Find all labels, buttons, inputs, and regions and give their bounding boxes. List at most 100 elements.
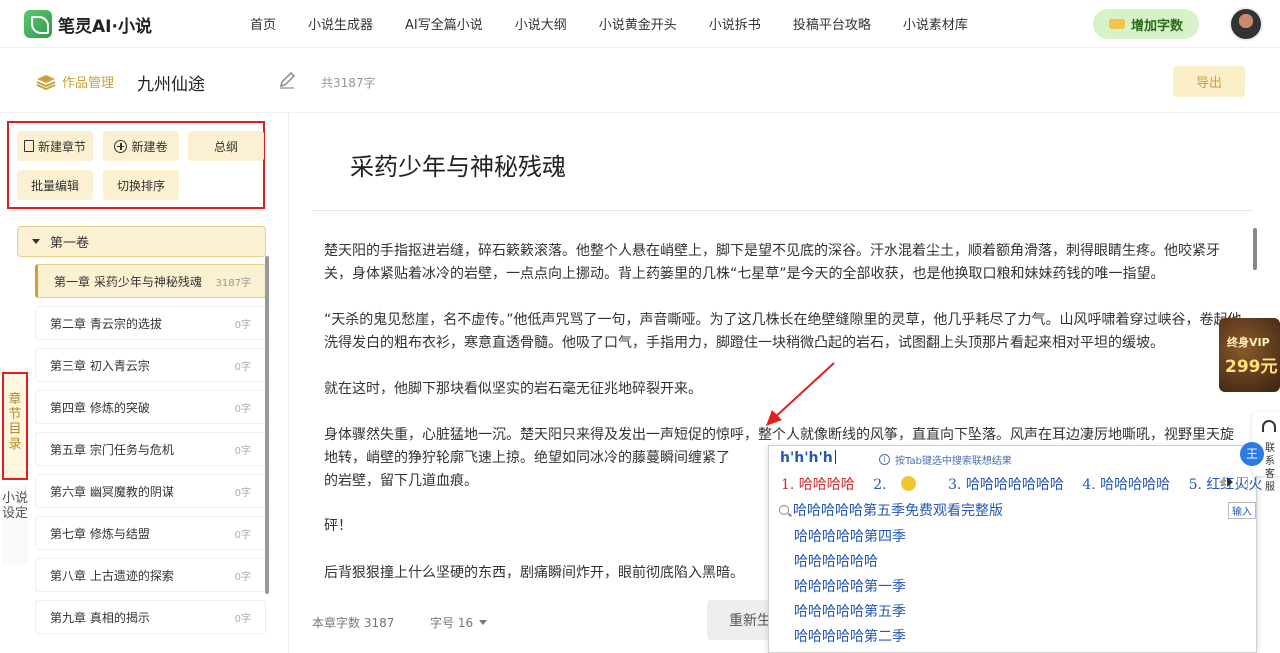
chapter-title: 第一章 采药少年与神秘残魂 [54, 274, 202, 289]
tab-novel-settings[interactable]: 小说设定 [2, 485, 28, 565]
chapter-word-count: 0字 [234, 319, 251, 331]
service-avatar: 王 [1240, 442, 1264, 466]
search-icon [779, 505, 789, 515]
paragraph[interactable]: 楚天阳的手指抠进岩缝，碎石簌簌滚落。他整个人悬在峭壁上，脚下是望不见底的深谷。汗… [324, 240, 1244, 286]
chapter-item[interactable]: 第一章 采药少年与神秘残魂 3187字 [35, 264, 266, 298]
chapter-word-count: 0字 [234, 403, 251, 415]
chapter-word-count: 0字 [234, 487, 251, 499]
chapter-item[interactable]: 第六章 幽冥魔教的阴谋 0字 [35, 474, 266, 508]
chapter-item[interactable]: 第二章 青云宗的选拔 0字 [35, 306, 266, 340]
paragraph[interactable]: 后背狠狠撞上什么坚硬的东西，剧痛瞬间炸开，眼前彻底陷入黑暗。 [324, 562, 764, 585]
work-header: 作品管理 九州仙途 共3187字 导出 [0, 48, 1280, 113]
avatar[interactable] [1229, 7, 1263, 41]
nav-home[interactable]: 首页 [250, 14, 276, 33]
chapter-word-count: 0字 [234, 361, 251, 373]
ime-candidate[interactable]: 3. 哈哈哈哈哈哈哈 [948, 477, 1064, 493]
top-nav: 笔灵AI·小说 首页 小说生成器 AI写全篇小说 小说大纲 小说黄金开头 小说拆… [0, 0, 1280, 48]
works-management-link[interactable]: 作品管理 [36, 72, 114, 91]
expand-icon[interactable] [1237, 477, 1248, 488]
nav-book-breakdown[interactable]: 小说拆书 [709, 14, 761, 33]
paragraph[interactable]: 的岩壁，留下几道血痕。 [324, 470, 764, 493]
ime-suggestion-list: 哈哈哈哈哈第四季 哈哈哈哈哈哈 哈哈哈哈哈第一季 哈哈哈哈哈第五季 哈哈哈哈哈第… [794, 525, 906, 650]
page-prev-icon[interactable] [1219, 477, 1225, 487]
customer-service-widget[interactable]: 王 联系客服 [1240, 412, 1280, 493]
title-divider [313, 210, 1253, 211]
chapter-item[interactable]: 第八章 上古遗迹的探索 0字 [35, 558, 266, 592]
new-chapter-button[interactable]: 新建章节 [17, 131, 93, 161]
volume-name: 第一卷 [50, 236, 90, 251]
chapter-item[interactable]: 第九章 真相的揭示 0字 [35, 600, 266, 634]
lifetime-vip-badge[interactable]: 终身VIP 299元 [1219, 318, 1280, 392]
editor-scrollbar[interactable] [1253, 228, 1257, 270]
app-logo[interactable]: 笔灵AI·小说 [24, 10, 152, 38]
ime-enter-button[interactable]: 输入 [1228, 502, 1256, 519]
new-volume-button[interactable]: 新建卷 [103, 131, 179, 161]
ime-tip-text: 按Tab键选中搜索联想结果 [895, 456, 1012, 467]
ime-pager [1219, 477, 1248, 488]
service-label: 联系客服 [1265, 443, 1275, 493]
smile-emoji-icon [900, 476, 916, 491]
chapter-sidebar: 新建章节 新建卷 总纲 批量编辑 切换排序 第一卷 第一章 采药少年与神秘残魂 3… [0, 113, 289, 653]
chapter-list: 第一章 采药少年与神秘残魂 3187字 第二章 青云宗的选拔 0字 第三章 初入青云… [35, 264, 266, 642]
chapter-item[interactable]: 第七章 修炼与结盟 0字 [35, 516, 266, 550]
nav-material-library[interactable]: 小说素材库 [903, 14, 968, 33]
document-icon [23, 140, 34, 152]
ime-candidate[interactable]: 2. [873, 476, 929, 493]
chapter-title: 第六章 幽冥魔教的阴谋 [50, 484, 174, 499]
batch-edit-button[interactable]: 批量编辑 [17, 170, 93, 200]
nav-novel-generator[interactable]: 小说生成器 [308, 14, 373, 33]
chapter-word-count: 0字 [234, 445, 251, 457]
chapter-title: 第九章 真相的揭示 [50, 610, 150, 625]
ime-suggestion[interactable]: 哈哈哈哈哈第四季 [794, 525, 906, 550]
font-size-select[interactable]: 字号 16 [430, 614, 488, 631]
crown-icon [1108, 19, 1125, 29]
main-nav: 首页 小说生成器 AI写全篇小说 小说大纲 小说黄金开头 小说拆书 投稿平台攻略… [250, 14, 968, 33]
ime-suggestion[interactable]: 哈哈哈哈哈第五季 [794, 600, 906, 625]
paragraph[interactable]: 砰！ [324, 515, 764, 538]
chapter-heading[interactable]: 采药少年与神秘残魂 [350, 147, 566, 182]
tab-chapter-directory[interactable]: 章节目录 [2, 372, 28, 480]
sidebar-scrollbar[interactable] [265, 256, 269, 594]
ime-suggestion[interactable]: 哈哈哈哈哈第二季 [794, 625, 906, 650]
chapter-word-count: 0字 [234, 613, 251, 625]
ime-suggestion[interactable]: 哈哈哈哈哈哈 [794, 550, 906, 575]
nav-golden-opening[interactable]: 小说黄金开头 [599, 14, 677, 33]
chapter-title: 第二章 青云宗的选拔 [50, 316, 162, 331]
chapter-title: 第四章 修炼的突破 [50, 400, 150, 415]
headset-icon [1262, 420, 1276, 432]
regenerate-button[interactable]: 重新生 [707, 600, 777, 640]
switch-sort-button[interactable]: 切换排序 [103, 170, 179, 200]
plus-circle-icon [114, 139, 128, 153]
chapter-item[interactable]: 第三章 初入青云宗 0字 [35, 348, 266, 382]
chapter-title: 第八章 上古遗迹的探索 [50, 568, 174, 583]
ime-candidate[interactable]: 4. 哈哈哈哈哈 [1082, 477, 1170, 493]
ime-candidate[interactable]: 1. 哈哈哈哈 [781, 477, 855, 493]
volume-header[interactable]: 第一卷 [17, 226, 266, 257]
ime-search-suggestion[interactable]: 哈哈哈哈哈第五季免费观看完整版 [779, 500, 1003, 520]
nav-submission-guide[interactable]: 投稿平台攻略 [793, 14, 871, 33]
add-words-button[interactable]: 增加字数 [1093, 9, 1199, 39]
outline-button[interactable]: 总纲 [188, 131, 264, 161]
chapter-title: 第三章 初入青云宗 [50, 358, 150, 373]
add-words-label: 增加字数 [1130, 18, 1183, 34]
page-next-icon[interactable] [1227, 477, 1233, 487]
chapter-item[interactable]: 第五章 宗门任务与危机 0字 [35, 432, 266, 466]
caret-down-icon [479, 620, 488, 625]
total-word-count: 共3187字 [321, 76, 376, 90]
ime-candidate-window: h'h'h'h i 按Tab键选中搜索联想结果 1. 哈哈哈哈 2. 3. 哈哈… [768, 445, 1262, 653]
book-title: 九州仙途 [137, 75, 205, 95]
ime-candidates: 1. 哈哈哈哈 2. 3. 哈哈哈哈哈哈哈 4. 哈哈哈哈哈 5. 红红火火 [781, 474, 1276, 494]
paragraph[interactable]: “天杀的鬼见愁崖，名不虚传。”他低声咒骂了一句，声音嘶哑。为了这几株长在绝壁缝隙… [324, 309, 1244, 355]
vip-price: 299元 [1225, 357, 1278, 377]
export-button[interactable]: 导出 [1173, 66, 1245, 97]
info-icon: i [879, 454, 890, 465]
ime-suggestion[interactable]: 哈哈哈哈哈第一季 [794, 575, 906, 600]
nav-outline[interactable]: 小说大纲 [515, 14, 567, 33]
ime-candidate-index: 2. [873, 477, 887, 493]
nav-ai-full-novel[interactable]: AI写全篇小说 [405, 14, 483, 33]
new-volume-label: 新建卷 [131, 139, 168, 154]
edit-pen-icon[interactable] [278, 71, 296, 89]
chapter-item[interactable]: 第四章 修炼的突破 0字 [35, 390, 266, 424]
new-chapter-label: 新建章节 [37, 139, 86, 154]
ime-search-text: 哈哈哈哈哈第五季免费观看完整版 [793, 503, 1003, 519]
